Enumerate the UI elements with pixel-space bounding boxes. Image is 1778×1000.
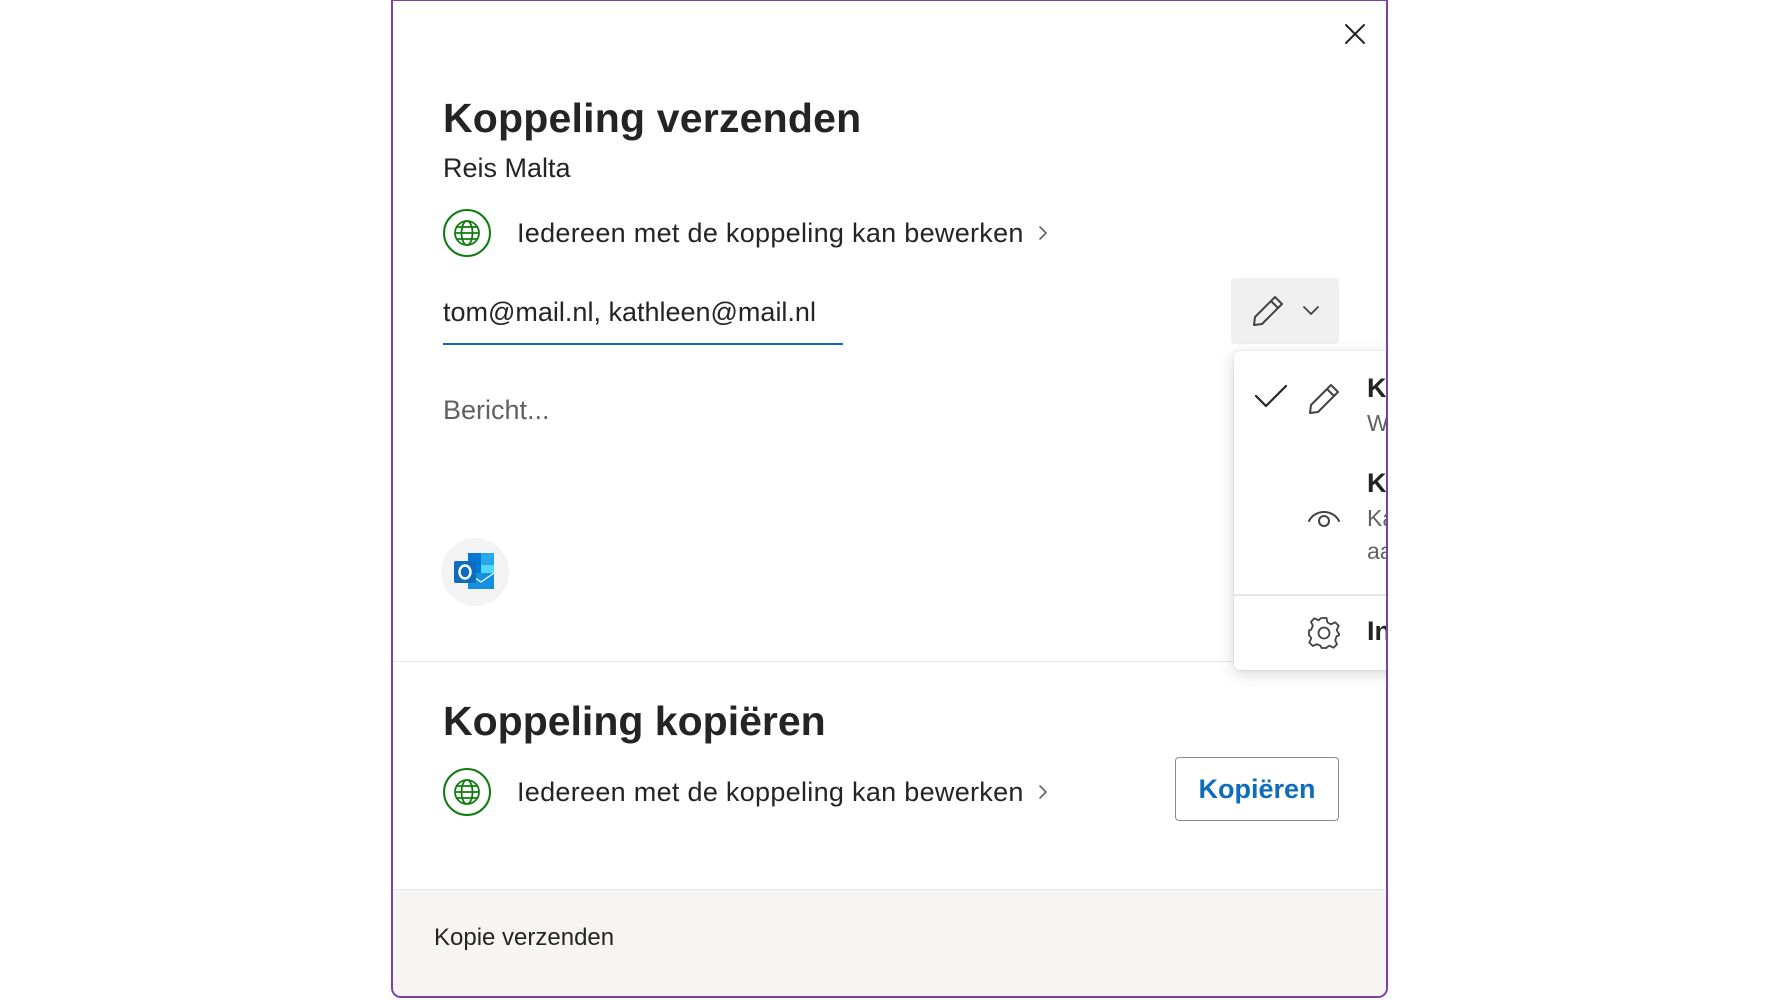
permission-dropdown-button[interactable] (1231, 278, 1339, 344)
footer: Kopie verzenden (393, 889, 1386, 996)
permission-menu: Kan bewerken Wijzigingen aanbrengen Kan … (1234, 351, 1388, 670)
link-permission-text: Iedereen met de koppeling kan bewerken (517, 217, 1024, 248)
send-copy-link[interactable]: Kopie verzenden (434, 924, 614, 952)
menu-item-title: Kan bewerken (1367, 373, 1387, 403)
globe-icon (443, 768, 491, 816)
pencil-icon (1309, 384, 1339, 414)
menu-item-subtitle: Wijzigingen aanbrengen (1367, 410, 1388, 436)
outlook-icon (454, 553, 495, 589)
close-icon (1345, 24, 1365, 44)
link-settings-row[interactable]: Iedereen met de koppeling kan bewerken (443, 207, 1048, 259)
checkmark-icon (1254, 384, 1288, 408)
chevron-right-icon (1038, 225, 1048, 241)
close-button[interactable] (1338, 17, 1372, 51)
menu-item-subtitle: Kan geen wijzigingen aanbrengen (1367, 505, 1386, 564)
pencil-icon (1253, 296, 1283, 326)
message-input[interactable]: Bericht... (443, 395, 550, 426)
copy-link-settings-row[interactable]: Iedereen met de koppeling kan bewerken (443, 766, 1048, 818)
chevron-down-icon (1303, 306, 1319, 316)
item-name: Reis Malta (443, 153, 571, 183)
eye-icon (1308, 511, 1340, 527)
dialog-title: Koppeling verzenden (443, 95, 862, 141)
copy-link-title: Koppeling kopiëren (443, 698, 826, 744)
menu-item-can-edit[interactable]: Kan bewerken Wijzigingen aanbrengen (1234, 351, 1388, 451)
menu-divider (1234, 594, 1386, 596)
menu-item-title: Kan weergeven (1367, 468, 1387, 498)
recipients-input[interactable]: tom@mail.nl, kathleen@mail.nl (443, 293, 843, 345)
gear-icon (1308, 617, 1340, 649)
chevron-right-icon (1038, 784, 1048, 800)
sharing-settings-label: Instellingen voor delen (1367, 616, 1386, 646)
menu-item-sharing-settings[interactable]: Instellingen voor delen (1234, 597, 1386, 669)
menu-item-can-view[interactable]: Kan weergeven Kan geen wijzigingen aanbr… (1234, 451, 1387, 564)
copy-button[interactable]: Kopiëren (1175, 757, 1339, 821)
outlook-button[interactable] (441, 538, 509, 606)
share-dialog: Koppeling verzenden Reis Malta Iedereen … (391, 0, 1388, 998)
globe-icon (443, 209, 491, 257)
copy-link-permission-text: Iedereen met de koppeling kan bewerken (517, 776, 1024, 807)
